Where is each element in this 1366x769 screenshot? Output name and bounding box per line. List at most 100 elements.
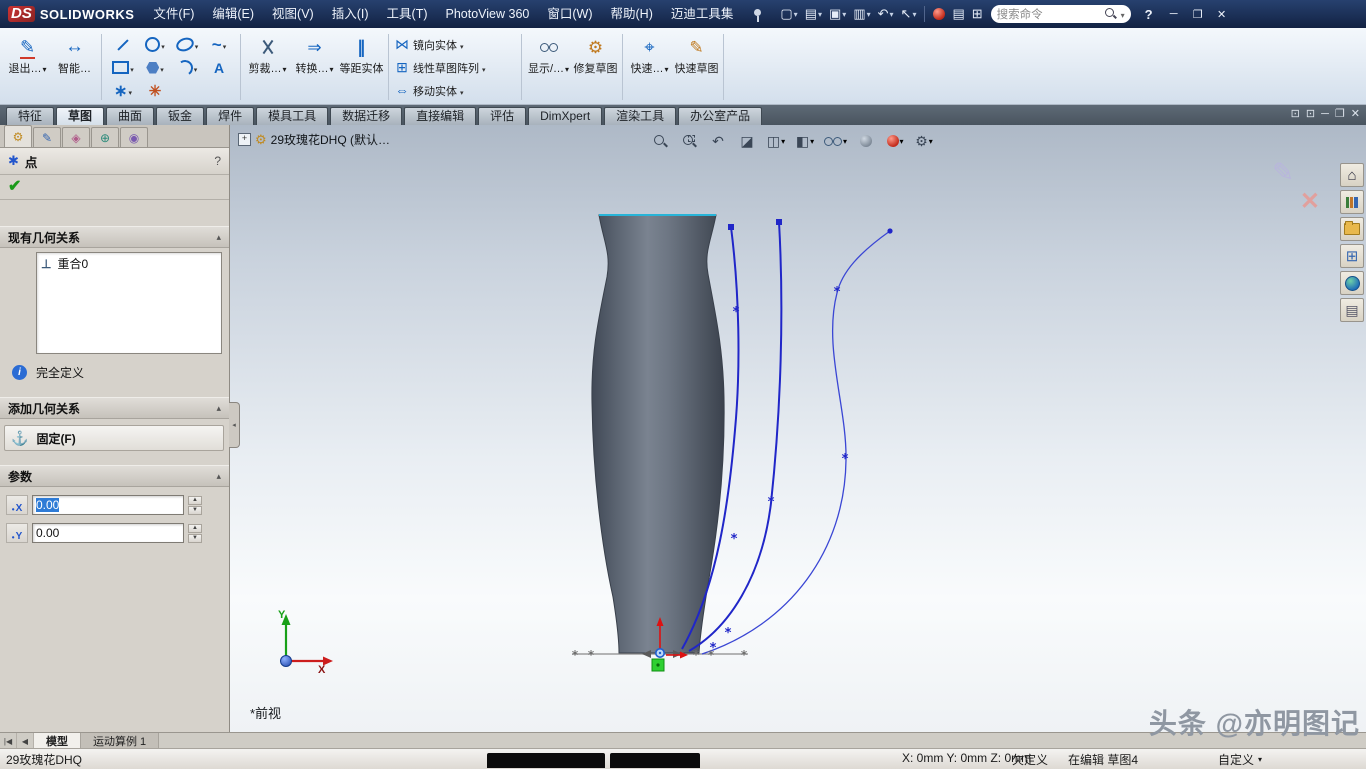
- tree-expand-icon[interactable]: +: [238, 133, 251, 146]
- file-explorer-button[interactable]: [1340, 244, 1364, 268]
- y-spin-up-button[interactable]: ▲: [188, 524, 202, 533]
- polygon-dropdown-icon[interactable]: [160, 59, 164, 77]
- polygon-tool-button[interactable]: [139, 56, 171, 79]
- dimxpertmanager-tab[interactable]: ⊕: [91, 127, 119, 147]
- tab-evaluate[interactable]: 评估: [478, 107, 526, 125]
- zoom-area-button[interactable]: [677, 131, 701, 151]
- rectangle-tool-button[interactable]: [107, 56, 139, 79]
- tab-direct-editing[interactable]: 直接编辑: [404, 107, 476, 125]
- tab-office-products[interactable]: 办公室产品: [678, 107, 762, 125]
- configurationmanager-tab[interactable]: ◈: [62, 127, 90, 147]
- linear-pattern-button[interactable]: 线性草图阵列: [392, 57, 518, 79]
- spline-1-endpoint[interactable]: [728, 224, 734, 230]
- featuremanager-tab[interactable]: ⚙: [4, 125, 32, 147]
- rapid-sketch-button[interactable]: 快速草图: [673, 30, 720, 104]
- arc-tool-button[interactable]: [171, 56, 203, 79]
- tab-features[interactable]: 特征: [6, 107, 54, 125]
- parameters-section[interactable]: 参数: [0, 465, 229, 487]
- existing-relations-section[interactable]: 现有几何关系: [0, 226, 229, 248]
- menu-view[interactable]: 视图(V): [263, 0, 323, 28]
- menu-window[interactable]: 窗口(W): [538, 0, 601, 28]
- point-tool-button[interactable]: ∗: [107, 79, 139, 102]
- doc-window-icon[interactable]: [1291, 107, 1300, 120]
- section-view-button[interactable]: [735, 131, 759, 151]
- customize-menu[interactable]: 自定义: [1218, 751, 1262, 768]
- view-settings-button[interactable]: [912, 131, 936, 151]
- tab-dimxpert[interactable]: DimXpert: [528, 107, 602, 125]
- clipboard-button[interactable]: ▤: [950, 4, 966, 24]
- options-button[interactable]: ⊞: [970, 4, 985, 24]
- model-tab[interactable]: 模型: [34, 733, 81, 749]
- menu-file[interactable]: 文件(F): [144, 0, 203, 28]
- arc-dropdown-icon[interactable]: [194, 59, 198, 77]
- 3d-content-button[interactable]: [1340, 271, 1364, 295]
- maximize-button[interactable]: [1187, 5, 1209, 23]
- confirm-cancel-button[interactable]: [1300, 187, 1320, 216]
- first-tab-button[interactable]: [0, 733, 17, 749]
- offset-entities-button[interactable]: 等距实体: [338, 30, 385, 104]
- line-tool-button[interactable]: [107, 33, 139, 56]
- y-spin-down-button[interactable]: ▼: [188, 534, 202, 543]
- tab-data-migration[interactable]: 数据迁移: [330, 107, 402, 125]
- menu-edit[interactable]: 编辑(E): [203, 0, 263, 28]
- zoom-fit-button[interactable]: [648, 131, 672, 151]
- close-button[interactable]: [1211, 5, 1233, 23]
- open-button[interactable]: ▤: [803, 4, 824, 24]
- mirror-dropdown-icon[interactable]: [460, 36, 464, 54]
- motion-study-tab[interactable]: 运动算例 1: [81, 733, 159, 749]
- convert-entities-button[interactable]: 转换…: [291, 30, 338, 104]
- spline-dropdown-icon[interactable]: [223, 36, 227, 54]
- text-tool-button[interactable]: A: [203, 56, 235, 79]
- tab-sheet-metal[interactable]: 钣金: [156, 107, 204, 125]
- edit-appearance-button[interactable]: [883, 131, 907, 151]
- point-dropdown-icon[interactable]: [128, 82, 132, 100]
- display-delete-relations-button[interactable]: 显示/…: [525, 30, 572, 104]
- sketch-canvas[interactable]: * * * * * * * * * * * * *: [230, 125, 1366, 732]
- displaymanager-tab[interactable]: ◉: [120, 127, 148, 147]
- quick-snaps-button[interactable]: 快速…: [626, 30, 673, 104]
- menu-insert[interactable]: 插入(I): [323, 0, 378, 28]
- fix-relation-button[interactable]: ⚓ 固定(F): [4, 425, 224, 451]
- spline-tool-button[interactable]: ~: [203, 33, 235, 56]
- circle-tool-button[interactable]: [139, 33, 171, 56]
- vase-model[interactable]: [592, 215, 724, 653]
- help-button[interactable]: ?: [1137, 7, 1161, 22]
- pm-help-icon[interactable]: ?: [214, 154, 221, 168]
- ok-check-button[interactable]: ✔: [8, 178, 21, 196]
- tab-sketch[interactable]: 草图: [56, 107, 104, 125]
- rectangle-dropdown-icon[interactable]: [130, 59, 134, 77]
- resources-button[interactable]: [1340, 190, 1364, 214]
- repair-sketch-button[interactable]: 修复草图: [572, 30, 619, 104]
- panel-splitter[interactable]: [229, 402, 240, 448]
- add-relations-section[interactable]: 添加几何关系: [0, 397, 229, 419]
- spline-3[interactable]: [702, 231, 890, 654]
- previous-tab-button[interactable]: [17, 733, 34, 749]
- confirm-exit-sketch-button[interactable]: [1272, 157, 1294, 188]
- feature-tree-overlay[interactable]: + ⚙ 29玫瑰花DHQ (默认…: [238, 131, 390, 148]
- search-dropdown-icon[interactable]: [1117, 5, 1125, 23]
- minimize-button[interactable]: [1163, 5, 1185, 23]
- menu-photoview[interactable]: PhotoView 360: [437, 0, 539, 28]
- menu-maidi-tools[interactable]: 迈迪工具集: [662, 0, 743, 28]
- doc-minimize-button[interactable]: [1321, 108, 1329, 120]
- x-spin-down-button[interactable]: ▼: [188, 506, 202, 515]
- spline-3-endpoint[interactable]: [887, 228, 892, 233]
- propertymanager-tab[interactable]: ✎: [33, 127, 61, 147]
- undo-button[interactable]: ↶: [876, 4, 896, 24]
- doc-close-button[interactable]: [1351, 107, 1360, 120]
- spline-2-endpoint[interactable]: [776, 219, 782, 225]
- menu-tools[interactable]: 工具(T): [378, 0, 437, 28]
- y-coordinate-input[interactable]: 0.00: [32, 523, 184, 543]
- smart-dimension-button[interactable]: 智能…: [51, 30, 98, 104]
- design-library-button[interactable]: [1340, 217, 1364, 241]
- custom-properties-button[interactable]: [1340, 298, 1364, 322]
- x-coordinate-input[interactable]: 0.00: [32, 495, 184, 515]
- relations-list[interactable]: ⊥ 重合0: [36, 252, 222, 354]
- tab-render-tools[interactable]: 渲染工具: [604, 107, 676, 125]
- ellipse-dropdown-icon[interactable]: [195, 36, 199, 54]
- print-button[interactable]: ▥: [851, 4, 872, 24]
- scene-button[interactable]: [854, 131, 878, 151]
- exit-sketch-button[interactable]: 退出…: [4, 30, 51, 104]
- x-spin-up-button[interactable]: ▲: [188, 496, 202, 505]
- command-search[interactable]: 搜索命令: [991, 5, 1131, 23]
